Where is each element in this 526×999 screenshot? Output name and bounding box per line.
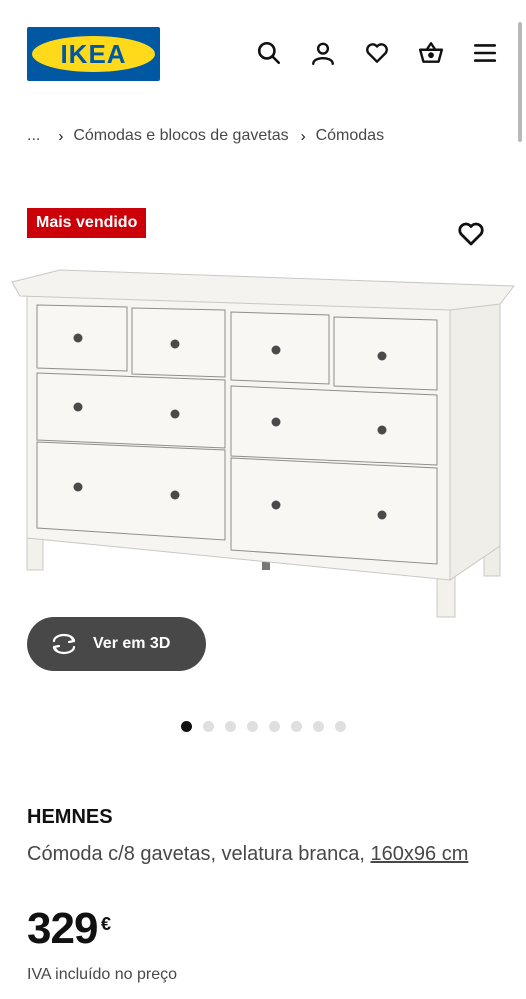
breadcrumb-item-comodas-blocos[interactable]: Cómodas e blocos de gavetas: [73, 127, 288, 145]
gallery-dot[interactable]: [247, 721, 258, 732]
best-seller-badge: Mais vendido: [27, 208, 147, 238]
user-icon[interactable]: [307, 37, 339, 69]
product-description-text: Cómoda c/8 gavetas, velatura branca,: [27, 843, 365, 865]
price-currency: €: [101, 914, 112, 934]
product-name: HEMNES: [27, 806, 113, 828]
product-description: Cómoda c/8 gavetas, velatura branca, 160…: [27, 838, 497, 870]
menu-icon[interactable]: [469, 37, 501, 69]
rotate-3d-icon: [52, 633, 76, 655]
gallery-dot[interactable]: [335, 721, 346, 732]
vat-note: IVA incluído no preço: [27, 966, 178, 983]
breadcrumb: ... › Cómodas e blocos de gavetas › Cómo…: [27, 125, 384, 147]
gallery-dot[interactable]: [181, 721, 192, 732]
gallery-dot[interactable]: [291, 721, 302, 732]
gallery-pagination: [181, 721, 346, 732]
breadcrumb-ellipsis[interactable]: ...: [27, 127, 40, 145]
view-3d-label: Ver em 3D: [93, 635, 171, 652]
heart-icon[interactable]: [361, 37, 393, 69]
search-icon[interactable]: [253, 37, 285, 69]
breadcrumb-item-comodas[interactable]: Cómodas: [316, 127, 384, 145]
gallery-dot[interactable]: [225, 721, 236, 732]
site-header: IKEA: [0, 0, 526, 100]
logo-text: IKEA: [60, 39, 127, 69]
basket-icon[interactable]: [415, 37, 447, 69]
scrollbar[interactable]: [518, 22, 522, 142]
chevron-right-icon: ›: [58, 127, 64, 145]
view-3d-button[interactable]: Ver em 3D: [27, 617, 206, 671]
ikea-logo[interactable]: IKEA: [27, 27, 160, 81]
gallery-dot[interactable]: [203, 721, 214, 732]
chevron-right-icon: ›: [300, 127, 306, 145]
product-price: 329: [27, 904, 98, 953]
gallery-dot[interactable]: [269, 721, 280, 732]
gallery-dot[interactable]: [313, 721, 324, 732]
product-size-link[interactable]: 160x96 cm: [371, 843, 469, 865]
product-image[interactable]: [0, 262, 526, 627]
favourite-heart-icon[interactable]: [456, 219, 486, 249]
